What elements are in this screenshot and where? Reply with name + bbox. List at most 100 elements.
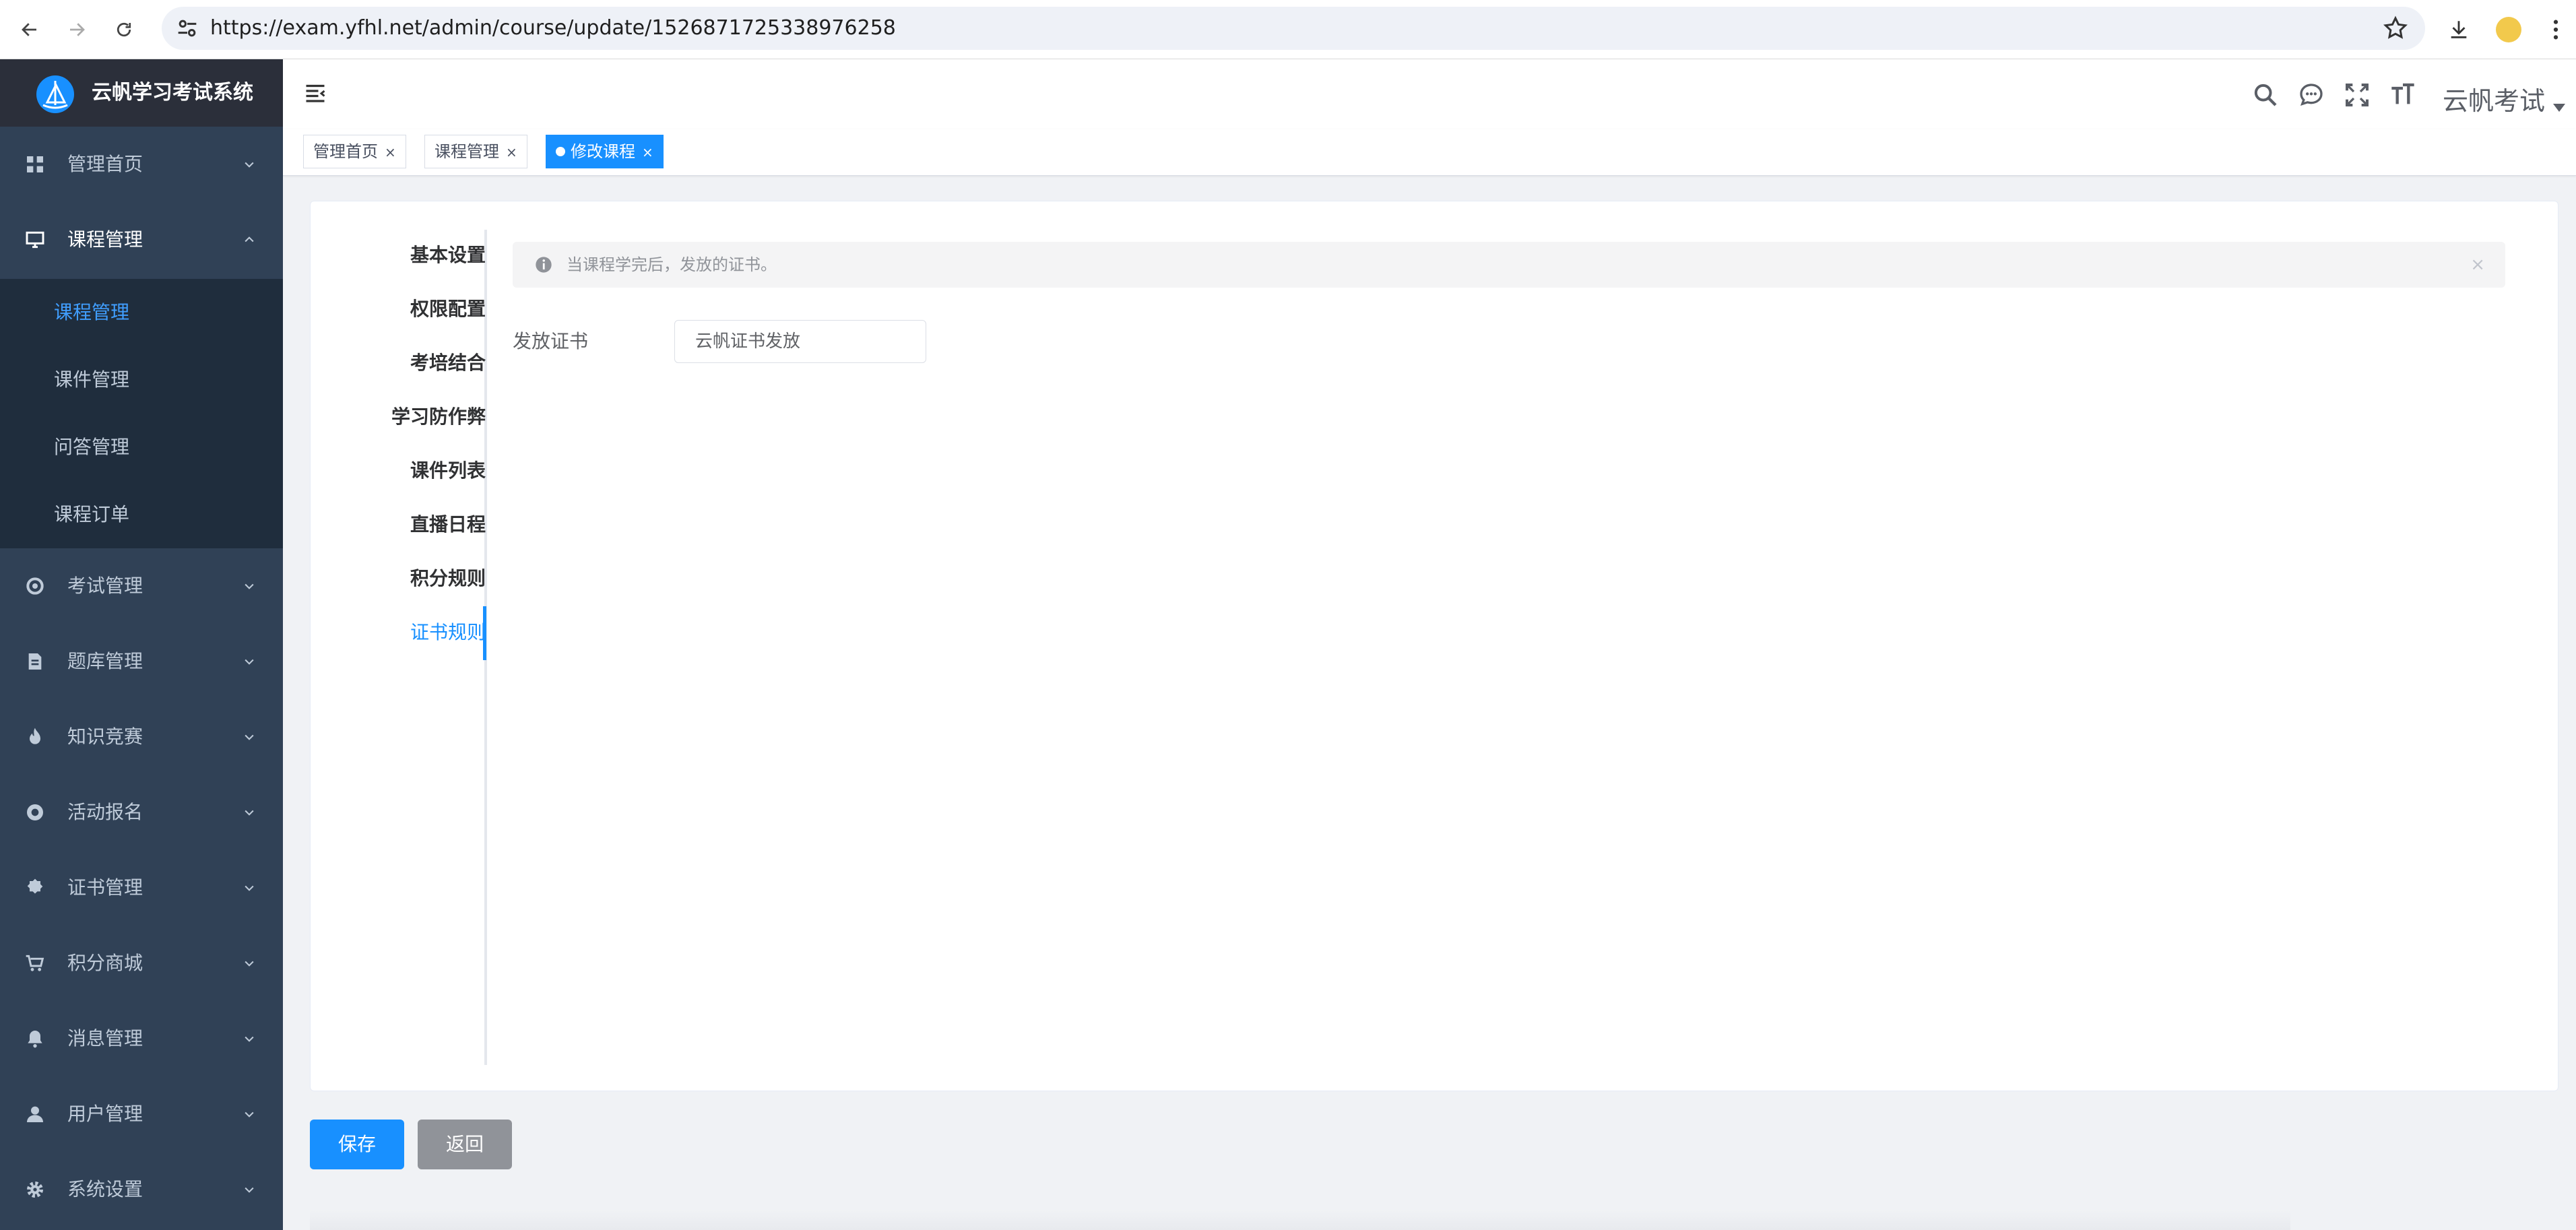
reload-icon: [117, 22, 131, 37]
menu-label: 题库管理: [67, 650, 143, 672]
sail-logo-icon: [35, 74, 75, 115]
submenu-label: 课件管理: [54, 368, 130, 391]
sidebar-toggle-icon[interactable]: [303, 81, 327, 105]
submenu-label: 课程管理: [54, 301, 130, 323]
reload-button[interactable]: [108, 13, 140, 46]
font-size-icon[interactable]: [2387, 79, 2418, 110]
close-icon[interactable]: ×: [506, 144, 517, 160]
chevron-down-icon: [245, 734, 254, 740]
bell-icon: [28, 1031, 42, 1048]
active-dot-icon: [556, 147, 565, 156]
menu-item-exam[interactable]: 考试管理: [0, 548, 283, 624]
course-submenu: 课程管理 课件管理 问答管理 课程订单: [0, 279, 283, 548]
chevron-down-icon: [245, 1111, 254, 1118]
menu-item-contest[interactable]: 知识竞赛: [0, 699, 283, 775]
arrow-right-icon: [70, 23, 85, 36]
chevron-down-icon: [245, 1187, 254, 1193]
browser-toolbar: https://exam.yfhl.net/admin/course/updat…: [0, 0, 2576, 59]
chevron-up-icon: [245, 236, 254, 242]
tag-course-manage[interactable]: 课程管理 ×: [424, 135, 527, 168]
certificate-label: 发放证书: [513, 330, 589, 352]
target-icon: [27, 804, 43, 820]
submenu-label: 问答管理: [54, 436, 130, 458]
back-button[interactable]: [13, 13, 46, 46]
menu-item-question-bank[interactable]: 题库管理: [0, 624, 283, 699]
address-bar[interactable]: https://exam.yfhl.net/admin/course/updat…: [162, 7, 2425, 50]
tab-permissions[interactable]: 权限配置: [311, 282, 486, 336]
course-edit-card: 基本设置 权限配置 考培结合 学习防作弊 课件列表 直播日程 积分规则 证书规则…: [310, 201, 2558, 1091]
menu-item-points-mall[interactable]: 积分商城: [0, 926, 283, 1001]
alert-text: 当课程学完后，发放的证书。: [567, 255, 777, 274]
tag-label: 管理首页: [313, 142, 378, 161]
page-bottom-edge: [310, 1210, 2290, 1230]
chevron-down-icon: [245, 659, 254, 665]
fire-icon: [30, 727, 40, 744]
submenu-label: 课程订单: [54, 503, 130, 525]
monitor-icon: [26, 231, 44, 249]
menu-item-users[interactable]: 用户管理: [0, 1076, 283, 1152]
menu-label: 知识竞赛: [67, 725, 143, 748]
app-title: 云帆学习考试系统: [92, 81, 253, 104]
chevron-down-icon: [245, 1036, 254, 1042]
close-icon[interactable]: ×: [642, 144, 653, 160]
download-icon[interactable]: [2443, 13, 2475, 46]
forward-button[interactable]: [61, 13, 93, 46]
site-settings-icon[interactable]: [174, 15, 201, 42]
info-icon: [536, 257, 552, 273]
menu-label: 活动报名: [67, 801, 143, 823]
bookmark-star-icon[interactable]: [2382, 15, 2409, 42]
submenu-item-courseware[interactable]: 课件管理: [0, 346, 283, 414]
menu-item-activity[interactable]: 活动报名: [0, 775, 283, 850]
tag-label: 修改课程: [571, 142, 635, 161]
menu-label: 课程管理: [67, 228, 143, 251]
menu-label: 管理首页: [67, 153, 143, 175]
search-icon[interactable]: [2250, 79, 2281, 110]
back-button-form[interactable]: 返回: [418, 1120, 512, 1169]
top-navbar: 云帆考试: [283, 59, 2576, 129]
menu-label: 考试管理: [67, 575, 143, 597]
fullscreen-icon[interactable]: [2342, 79, 2373, 110]
save-button[interactable]: 保存: [310, 1120, 404, 1169]
user-icon: [27, 1106, 43, 1122]
app-logo[interactable]: 云帆学习考试系统: [0, 59, 283, 127]
chevron-down-icon: [245, 583, 254, 589]
tag-label: 课程管理: [434, 142, 499, 161]
submenu-item-orders[interactable]: 课程订单: [0, 481, 283, 548]
menu-item-certificate[interactable]: 证书管理: [0, 850, 283, 926]
chevron-down-icon: [245, 885, 254, 891]
close-icon[interactable]: ×: [385, 144, 396, 160]
arrow-left-icon: [22, 23, 36, 36]
tab-live-schedule[interactable]: 直播日程: [311, 498, 486, 552]
menu-item-course[interactable]: 课程管理: [0, 202, 283, 278]
tab-certificate-rules[interactable]: 证书规则: [311, 606, 486, 659]
info-alert: 当课程学完后，发放的证书。 ×: [513, 242, 2505, 288]
submenu-item-course-manage[interactable]: 课程管理: [0, 279, 283, 346]
message-icon[interactable]: [2296, 79, 2327, 110]
menu-label: 证书管理: [67, 876, 143, 899]
chevron-down-icon: [245, 810, 254, 816]
close-icon[interactable]: ×: [2470, 242, 2485, 288]
tab-basic-settings[interactable]: 基本设置: [311, 228, 486, 282]
profile-avatar[interactable]: [2492, 13, 2525, 46]
menu-item-dashboard[interactable]: 管理首页: [0, 127, 283, 202]
tag-edit-course[interactable]: 修改课程 ×: [546, 135, 664, 168]
gear-icon: [27, 1182, 43, 1198]
browser-menu-icon[interactable]: [2540, 13, 2572, 46]
tag-dashboard[interactable]: 管理首页 ×: [303, 135, 406, 168]
tab-anti-cheat[interactable]: 学习防作弊: [311, 390, 486, 444]
menu-item-settings[interactable]: 系统设置: [0, 1152, 283, 1227]
certificate-select[interactable]: 云帆证书发放: [674, 320, 926, 363]
dashboard-icon: [27, 156, 43, 172]
menu-label: 系统设置: [67, 1178, 143, 1200]
menu-item-messages[interactable]: 消息管理: [0, 1001, 283, 1076]
chevron-down-icon: [245, 162, 254, 168]
tab-courseware-list[interactable]: 课件列表: [311, 444, 486, 498]
tab-exam-training[interactable]: 考培结合: [311, 336, 486, 390]
menu-label: 消息管理: [67, 1027, 143, 1049]
caret-down-icon[interactable]: [2553, 104, 2565, 112]
document-icon: [28, 653, 42, 670]
tab-points-rules[interactable]: 积分规则: [311, 552, 486, 606]
sidebar: 云帆学习考试系统 管理首页 课程管理 课程管理 课件管理 问答管理 课程订单 考…: [0, 59, 283, 1230]
badge-icon: [27, 878, 43, 894]
submenu-item-qa[interactable]: 问答管理: [0, 414, 283, 481]
